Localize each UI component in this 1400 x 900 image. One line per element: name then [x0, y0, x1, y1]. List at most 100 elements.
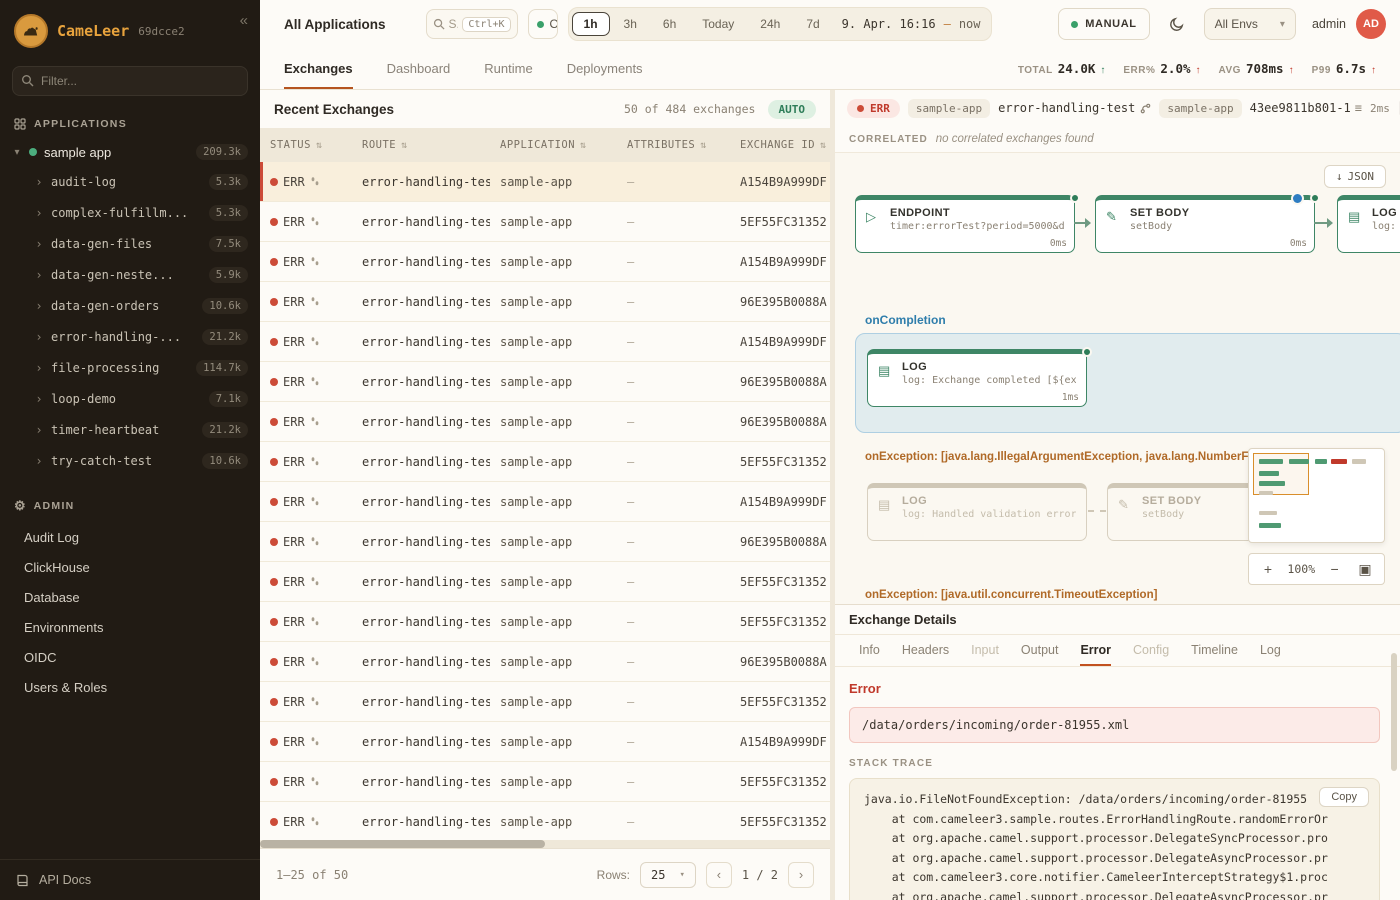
- table-row[interactable]: ERR error-handling-test sample-app — A15…: [260, 242, 830, 282]
- table-row[interactable]: ERR error-handling-test sample-app — A15…: [260, 722, 830, 762]
- fit-view-button[interactable]: ▣: [1354, 561, 1376, 578]
- column-header[interactable]: EXCHANGE ID ⇅: [730, 139, 830, 151]
- sidebar-admin-item[interactable]: OIDC: [0, 642, 260, 672]
- environment-select[interactable]: All Envs ▾: [1204, 8, 1296, 40]
- table-row[interactable]: ERR error-handling-test sample-app — 96E…: [260, 642, 830, 682]
- zoom-in-button[interactable]: +: [1257, 561, 1279, 577]
- next-page-button[interactable]: ›: [788, 862, 814, 888]
- sidebar-admin-item[interactable]: Users & Roles: [0, 672, 260, 702]
- avatar[interactable]: AD: [1356, 9, 1386, 39]
- sidebar-route-item[interactable]: › data-gen-files 7.5k: [0, 228, 260, 259]
- flow-node-set-body[interactable]: ✎ SET BODY setBody 0ms: [1095, 195, 1315, 253]
- main-tab[interactable]: Deployments: [567, 48, 643, 89]
- zoom-out-button[interactable]: −: [1324, 561, 1346, 577]
- sidebar-route-item[interactable]: › complex-fulfillm... 5.3k: [0, 197, 260, 228]
- date-range-display[interactable]: 9. Apr. 16:16 – now: [842, 17, 981, 31]
- time-range-button[interactable]: 7d: [794, 12, 831, 36]
- sidebar-admin-item[interactable]: Audit Log: [0, 522, 260, 552]
- table-row[interactable]: ERR error-handling-test sample-app — 5EF…: [260, 202, 830, 242]
- column-header[interactable]: STATUS ⇅: [260, 139, 352, 151]
- copy-button[interactable]: Copy: [1319, 787, 1369, 807]
- table-row[interactable]: ERR error-handling-test sample-app — A15…: [260, 162, 830, 202]
- auto-refresh-badge[interactable]: AUTO: [768, 100, 817, 119]
- sidebar-admin-item[interactable]: Environments: [0, 612, 260, 642]
- application-cell: sample-app: [490, 695, 617, 709]
- error-status-dot: [270, 178, 278, 186]
- download-json-button[interactable]: ↓ JSON: [1324, 165, 1386, 188]
- sidebar-filter-input[interactable]: [12, 66, 248, 96]
- time-range-button[interactable]: 1h: [572, 12, 610, 36]
- sidebar-route-item[interactable]: › timer-heartbeat 21.2k: [0, 414, 260, 445]
- camel-logo-icon: [14, 14, 48, 48]
- error-status-dot: [270, 698, 278, 706]
- rows-per-page-select[interactable]: 25 ▾: [640, 862, 696, 888]
- live-toggle[interactable]: O: [528, 9, 558, 39]
- flow-minimap[interactable]: [1248, 448, 1385, 543]
- dark-mode-toggle[interactable]: [1160, 8, 1194, 40]
- flow-node-exception-log[interactable]: ▤ LOG log: Handled validation error: ${e…: [867, 483, 1087, 541]
- sidebar-item-api-docs[interactable]: API Docs: [0, 859, 260, 900]
- stat: TOTAL 24.0K ↑: [1018, 61, 1106, 76]
- horizontal-scrollbar-thumb[interactable]: [260, 840, 545, 848]
- main-tab[interactable]: Dashboard: [387, 48, 451, 89]
- application-cell: sample-app: [490, 655, 617, 669]
- sidebar-route-item[interactable]: › file-processing 114.7k: [0, 352, 260, 383]
- table-row[interactable]: ERR error-handling-test sample-app — 96E…: [260, 402, 830, 442]
- sidebar-admin-item[interactable]: Database: [0, 582, 260, 612]
- route-flow-canvas[interactable]: ↓ JSON ▷ ENDPOINT timer:errorTest?period…: [835, 152, 1400, 605]
- table-row[interactable]: ERR error-handling-test sample-app — 96E…: [260, 362, 830, 402]
- time-range-button[interactable]: 24h: [748, 12, 792, 36]
- detail-tab[interactable]: Config: [1133, 635, 1169, 666]
- detail-tab[interactable]: Headers: [902, 635, 949, 666]
- search-input[interactable]: [449, 17, 459, 31]
- table-row[interactable]: ERR error-handling-test sample-app — 5EF…: [260, 802, 830, 842]
- table-row[interactable]: ERR error-handling-test sample-app — 5EF…: [260, 602, 830, 642]
- flow-node-completion-log[interactable]: ▤ LOG log: Exchange completed [${exchan …: [867, 349, 1087, 407]
- sidebar-admin-item[interactable]: ClickHouse: [0, 552, 260, 582]
- table-row[interactable]: ERR error-handling-test sample-app — 96E…: [260, 522, 830, 562]
- main-tab[interactable]: Runtime: [484, 48, 532, 89]
- prev-page-button[interactable]: ‹: [706, 862, 732, 888]
- time-range-button[interactable]: Today: [690, 12, 746, 36]
- table-row[interactable]: ERR error-handling-test sample-app — A15…: [260, 322, 830, 362]
- sidebar-route-item[interactable]: › try-catch-test 10.6k: [0, 445, 260, 476]
- column-header[interactable]: APPLICATION ⇅: [490, 139, 617, 151]
- detail-tab[interactable]: Timeline: [1191, 635, 1238, 666]
- sidebar-collapse-button[interactable]: «: [240, 12, 248, 29]
- table-row[interactable]: ERR error-handling-test sample-app — 5EF…: [260, 682, 830, 722]
- flow-node-log[interactable]: ▤ LOG log: Sta: [1337, 195, 1400, 253]
- refresh-mode-button[interactable]: MANUAL: [1058, 8, 1149, 40]
- download-icon: ↓: [1336, 170, 1343, 183]
- sidebar-route-item[interactable]: › data-gen-neste... 5.9k: [0, 259, 260, 290]
- sidebar-item-sample-app[interactable]: ▾ sample app 209.3k: [0, 138, 260, 166]
- copy-id-icon[interactable]: ≡: [1355, 101, 1362, 115]
- application-cell: sample-app: [490, 375, 617, 389]
- table-row[interactable]: ERR error-handling-test sample-app — A15…: [260, 482, 830, 522]
- detail-tab[interactable]: Log: [1260, 635, 1281, 666]
- table-row[interactable]: ERR error-handling-test sample-app — 96E…: [260, 282, 830, 322]
- detail-tab[interactable]: Output: [1021, 635, 1059, 666]
- error-status-dot: [270, 298, 278, 306]
- column-header[interactable]: ROUTE ⇅: [352, 139, 490, 151]
- status-cell: ERR: [260, 615, 352, 629]
- detail-tab[interactable]: Error: [1080, 635, 1111, 666]
- time-range-button[interactable]: 6h: [651, 12, 688, 36]
- application-cell: sample-app: [490, 175, 617, 189]
- flow-node-endpoint[interactable]: ▷ ENDPOINT timer:errorTest?period=5000&d…: [855, 195, 1075, 253]
- sidebar-route-item[interactable]: › loop-demo 7.1k: [0, 383, 260, 414]
- detail-tab[interactable]: Input: [971, 635, 999, 666]
- time-range-button[interactable]: 3h: [612, 12, 649, 36]
- sidebar-route-item[interactable]: › error-handling-... 21.2k: [0, 321, 260, 352]
- vertical-scrollbar[interactable]: [1391, 653, 1397, 771]
- sidebar-route-item[interactable]: › data-gen-orders 10.6k: [0, 290, 260, 321]
- chevron-right-icon: ›: [34, 206, 44, 220]
- detail-tab[interactable]: Info: [859, 635, 880, 666]
- horizontal-scrollbar[interactable]: [260, 840, 830, 848]
- search-icon: [433, 18, 445, 30]
- main-tab[interactable]: Exchanges: [284, 48, 353, 89]
- table-row[interactable]: ERR error-handling-test sample-app — 5EF…: [260, 762, 830, 802]
- sidebar-route-item[interactable]: › audit-log 5.3k: [0, 166, 260, 197]
- table-row[interactable]: ERR error-handling-test sample-app — 5EF…: [260, 442, 830, 482]
- table-row[interactable]: ERR error-handling-test sample-app — 5EF…: [260, 562, 830, 602]
- column-header[interactable]: ATTRIBUTES ⇅: [617, 139, 730, 151]
